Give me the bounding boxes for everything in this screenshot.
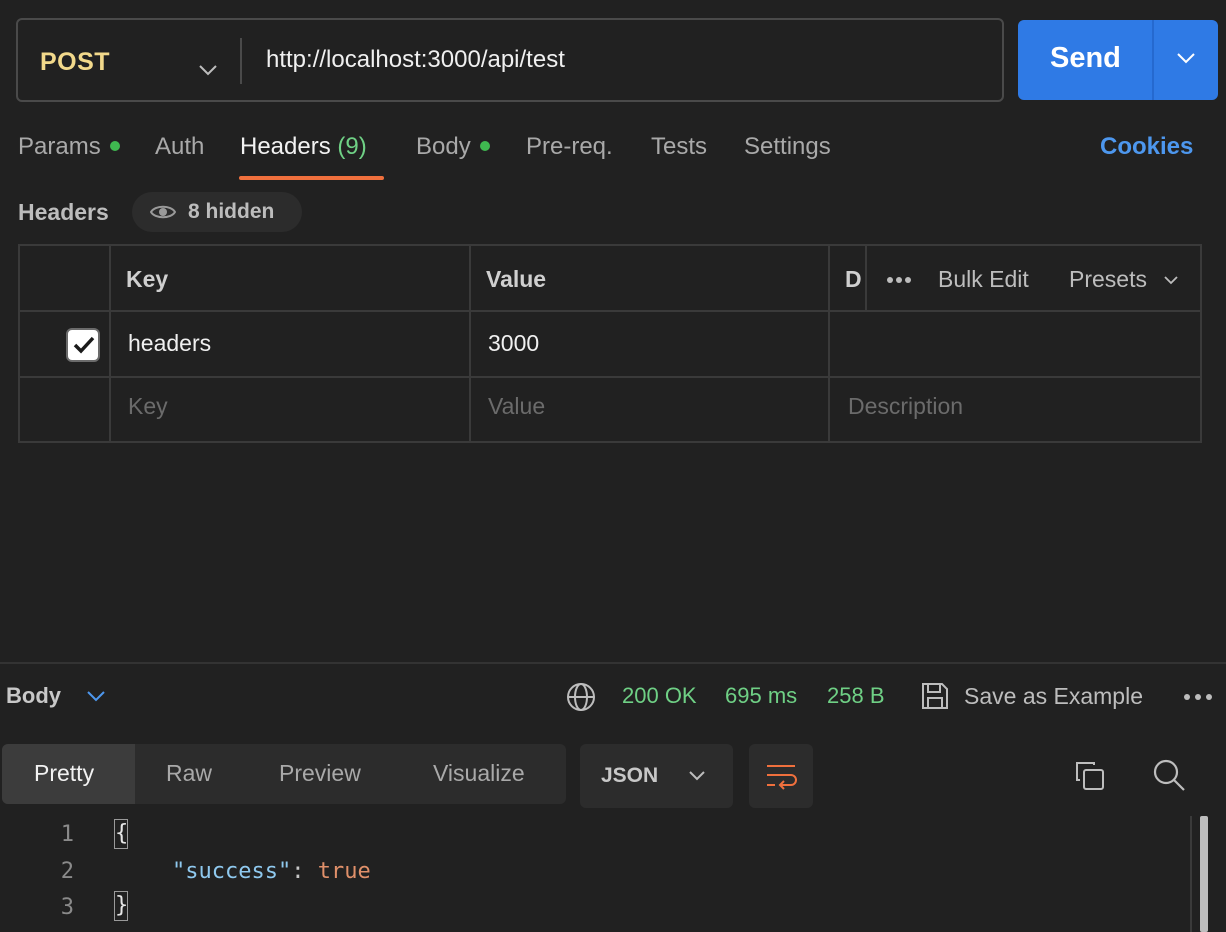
- header-description-cell[interactable]: [848, 330, 1198, 360]
- new-key-input[interactable]: Key: [128, 393, 168, 420]
- save-icon[interactable]: [920, 681, 950, 711]
- save-as-example-button[interactable]: Save as Example: [964, 683, 1143, 710]
- chevron-down-icon[interactable]: [1164, 276, 1178, 285]
- tab-label: Headers: [240, 133, 331, 160]
- tab-count: (9): [337, 133, 367, 160]
- wrap-icon: [767, 765, 797, 790]
- tab-tests[interactable]: Tests: [651, 133, 707, 161]
- eye-icon: [150, 205, 176, 219]
- modified-dot: [109, 140, 120, 151]
- view-tab-preview[interactable]: Preview: [279, 760, 361, 787]
- new-description-input[interactable]: Description: [848, 393, 963, 420]
- modified-dot: [479, 140, 490, 151]
- status-code[interactable]: 200 OK: [622, 683, 697, 709]
- code-brace: {: [115, 821, 129, 846]
- headers-table: Key Value D Bulk Edit Presets headers 30…: [18, 244, 1202, 443]
- column-header-description: D: [845, 266, 862, 292]
- chevron-down-icon[interactable]: [198, 64, 218, 76]
- bulk-edit-button[interactable]: Bulk Edit: [938, 266, 1029, 293]
- view-tab-visualize[interactable]: Visualize: [433, 760, 525, 787]
- check-icon: [73, 336, 95, 354]
- tab-label: Tests: [651, 133, 708, 160]
- response-size[interactable]: 258 B: [827, 683, 885, 709]
- tab-auth[interactable]: Auth: [155, 133, 204, 161]
- bracket-match-box: }: [114, 891, 128, 921]
- presets-button[interactable]: Presets: [1069, 266, 1147, 293]
- row-divider: [20, 376, 1200, 378]
- tab-label: Params: [18, 133, 101, 160]
- more-icon[interactable]: [886, 276, 912, 284]
- more-icon[interactable]: [1183, 693, 1213, 701]
- chevron-down-icon[interactable]: [86, 690, 106, 702]
- json-colon: :: [291, 859, 305, 884]
- scroll-track: [1190, 816, 1192, 932]
- cookies-link[interactable]: Cookies: [1100, 133, 1193, 161]
- tab-settings[interactable]: Settings: [744, 133, 831, 161]
- chevron-down-icon: [689, 771, 705, 781]
- url-input[interactable]: http://localhost:3000/api/test: [266, 46, 565, 74]
- line-number: 1: [60, 822, 74, 847]
- send-label: Send: [1050, 42, 1121, 74]
- column-header-key: Key: [126, 266, 169, 292]
- presets-label: Presets: [1069, 266, 1147, 292]
- tab-label: Settings: [744, 133, 831, 160]
- format-select[interactable]: JSON: [580, 744, 733, 808]
- method-select[interactable]: POST: [40, 48, 110, 77]
- scrollbar[interactable]: [1200, 816, 1208, 932]
- tab-params[interactable]: Params: [18, 133, 120, 161]
- column-divider: [469, 246, 471, 441]
- hidden-count: 8 hidden: [188, 200, 275, 223]
- column-divider: [109, 246, 111, 441]
- column-divider: [828, 246, 830, 441]
- tab-body[interactable]: Body: [416, 133, 490, 161]
- wrap-lines-button[interactable]: [749, 744, 813, 808]
- row-divider: [20, 310, 1200, 312]
- headers-title: Headers: [18, 199, 109, 225]
- format-label: JSON: [601, 764, 659, 787]
- json-value: true: [317, 859, 371, 884]
- tab-label: Body: [416, 133, 471, 160]
- tab-label: Pre-req.: [526, 133, 613, 160]
- code-brace: }: [115, 893, 129, 918]
- view-tab-raw[interactable]: Raw: [166, 760, 212, 787]
- json-key: "success": [172, 859, 292, 884]
- tab-label: Auth: [155, 133, 205, 160]
- line-number: 2: [60, 859, 74, 884]
- column-divider: [865, 246, 867, 310]
- divider: [240, 38, 242, 84]
- tab-pre-request[interactable]: Pre-req.: [526, 133, 613, 161]
- bracket-match-box: {: [114, 819, 128, 849]
- row-checkbox[interactable]: [66, 328, 100, 362]
- response-body-label[interactable]: Body: [6, 683, 61, 709]
- tab-headers[interactable]: Headers (9): [240, 133, 367, 161]
- header-key-cell[interactable]: headers: [128, 330, 211, 357]
- divider: [1152, 20, 1154, 100]
- header-value-cell[interactable]: 3000: [488, 330, 539, 357]
- line-number: 3: [60, 895, 74, 920]
- search-icon[interactable]: [1152, 758, 1186, 792]
- chevron-down-icon[interactable]: [1176, 52, 1196, 64]
- globe-icon[interactable]: [566, 682, 596, 712]
- hidden-headers-toggle[interactable]: 8 hidden: [132, 192, 302, 232]
- send-button[interactable]: Send: [1018, 20, 1218, 100]
- pane-resize-handle[interactable]: [0, 662, 1226, 664]
- copy-icon[interactable]: [1074, 760, 1106, 792]
- column-header-value: Value: [486, 266, 547, 292]
- new-value-input[interactable]: Value: [488, 393, 545, 420]
- code-line[interactable]: "success": true: [172, 859, 371, 884]
- view-mode-tabs: Pretty Raw Preview Visualize: [2, 744, 566, 804]
- view-tab-pretty[interactable]: Pretty: [34, 760, 94, 787]
- active-tab-indicator: [239, 176, 384, 180]
- request-bar: POST http://localhost:3000/api/test: [16, 18, 1004, 102]
- response-time[interactable]: 695 ms: [725, 683, 797, 709]
